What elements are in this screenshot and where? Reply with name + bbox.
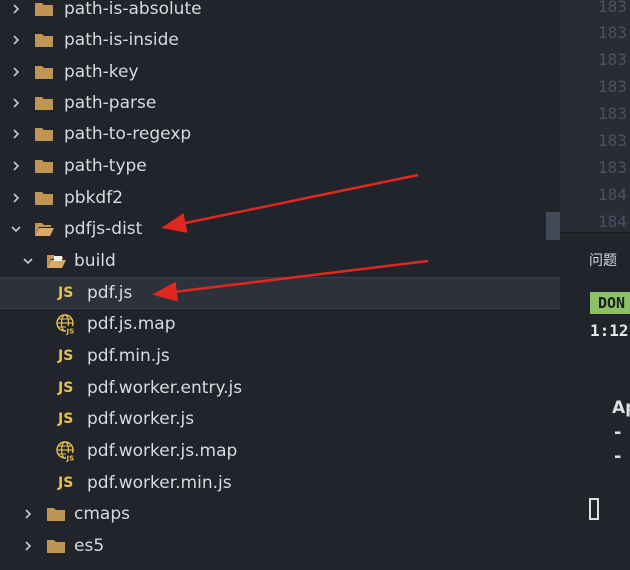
svg-text:JS: JS [66,455,75,463]
tree-label: path-parse [64,93,157,113]
tree-label: path-is-absolute [64,0,202,19]
folder-icon [47,508,65,521]
line-number: 183 [598,50,627,69]
file-explorer: path-is-absolute path-is-inside path-key… [0,0,561,569]
globe-map-icon: JS [56,314,76,336]
tree-file-pdf-worker-min-js[interactable]: JS pdf.worker.min.js [0,468,560,498]
tree-folder-path-key[interactable]: path-key [0,57,560,87]
terminal-text: Ap [612,398,630,418]
folder-icon [35,34,53,47]
tree-folder-cmaps[interactable]: cmaps [0,499,560,529]
chevron-right-icon [8,158,24,174]
tree-label: cmaps [74,504,130,524]
tree-label: pdf.js.map [87,314,176,334]
status-badge: DON [590,292,630,314]
tree-label: pdf.worker.js.map [87,441,238,461]
folder-icon [35,192,53,205]
tree-folder-es5[interactable]: es5 [0,531,560,561]
tree-file-pdf-worker-js[interactable]: JS pdf.worker.js [0,404,560,434]
position-text: 1:12 [590,321,629,340]
explorer-scrollbar-thumb[interactable] [546,212,560,240]
folder-open-icon [47,255,66,268]
js-file-icon: JS [58,475,74,491]
chevron-right-icon [8,190,24,206]
terminal-dash: - [614,422,622,443]
line-number: 183 [598,104,627,123]
tree-label: pdfjs-dist [64,219,143,239]
tree-folder-path-to-regexp[interactable]: path-to-regexp [0,119,560,149]
svg-text:JS: JS [66,328,75,336]
chevron-down-icon [8,221,24,237]
tree-label: build [74,251,116,271]
tree-label: pdf.min.js [87,346,170,366]
tree-folder-pbkdf2[interactable]: pbkdf2 [0,183,560,213]
folder-icon [35,3,53,16]
tree-file-pdf-worker-js-map[interactable]: JS pdf.worker.js.map [0,436,560,466]
chevron-right-icon [8,64,24,80]
tree-label: es5 [74,536,105,556]
folder-icon [35,66,53,79]
chevron-right-icon [8,32,24,48]
folder-icon [35,128,53,141]
tree-label: path-is-inside [64,30,179,50]
tree-folder-pdfjs-dist[interactable]: pdfjs-dist [0,214,560,244]
tree-folder-path-is-absolute[interactable]: path-is-absolute [0,0,560,24]
tree-file-pdf-min-js[interactable]: JS pdf.min.js [0,341,560,371]
line-number: 184 [598,185,627,204]
line-number: 183 [598,158,627,177]
folder-icon [47,540,65,553]
tree-label: path-key [64,62,139,82]
tree-label: pbkdf2 [64,188,124,208]
tree-folder-path-type[interactable]: path-type [0,151,560,181]
js-file-icon: JS [58,285,74,301]
terminal-cursor [589,498,599,520]
chevron-right-icon [20,538,36,554]
chevron-right-icon [20,506,36,522]
line-number: 183 [598,23,627,42]
globe-map-icon: JS [56,441,76,463]
chevron-right-icon [8,95,24,111]
tree-label: path-to-regexp [64,124,192,144]
js-file-icon: JS [58,411,74,427]
line-number: 183 [598,0,627,16]
tree-folder-build[interactable]: build [0,246,560,276]
chevron-right-icon [8,126,24,142]
line-number: 184 [598,212,627,231]
tree-label: pdf.js [87,283,133,303]
tree-folder-path-is-inside[interactable]: path-is-inside [0,25,560,55]
js-file-icon: JS [58,348,74,364]
tree-label: path-type [64,156,147,176]
line-number: 183 [598,131,627,150]
line-number: 183 [598,77,627,96]
tree-label: pdf.worker.js [87,409,195,429]
tree-file-pdf-js-map[interactable]: JS pdf.js.map [0,309,560,339]
tree-file-pdf-js[interactable]: JS pdf.js [0,277,561,309]
folder-icon [35,97,53,110]
terminal-dash: - [614,446,622,467]
chevron-down-icon [20,253,36,269]
tree-file-pdf-worker-entry-js[interactable]: JS pdf.worker.entry.js [0,373,560,403]
tree-folder-path-parse[interactable]: path-parse [0,88,560,118]
js-file-icon: JS [58,380,74,396]
tree-label: pdf.worker.min.js [87,473,232,493]
folder-icon [35,160,53,173]
chevron-right-icon [8,1,24,17]
editor-gutter: 183 183 183 183 183 183 183 184 184 [560,0,630,232]
folder-open-icon [35,223,54,236]
tree-label: pdf.worker.entry.js [87,378,243,398]
tab-problems[interactable]: 问题 [589,250,617,270]
